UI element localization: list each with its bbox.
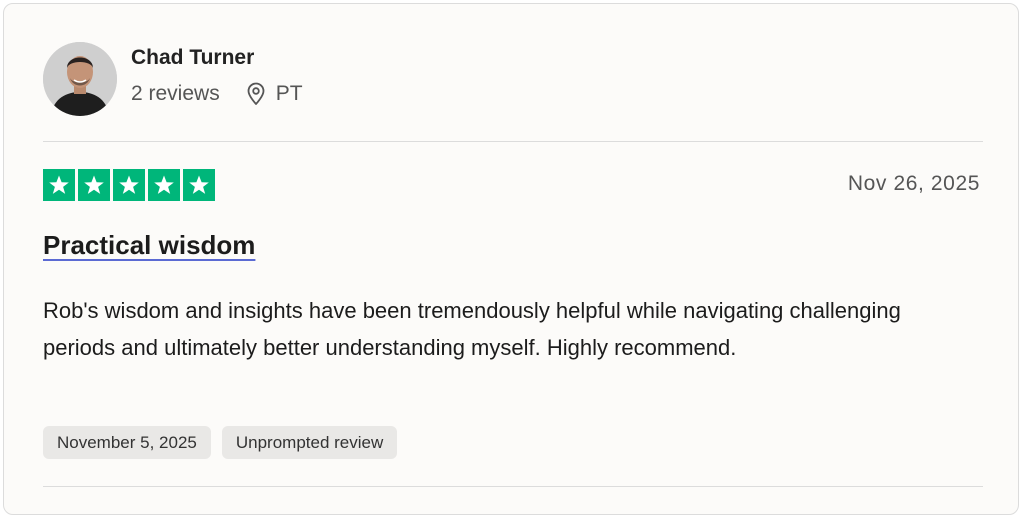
star-icon [183, 169, 215, 201]
reviewer-location: PT [246, 81, 303, 107]
reviews-count: 2 reviews [131, 82, 220, 105]
review-title[interactable]: Practical wisdom [43, 230, 255, 261]
reviewer-header: Chad Turner 2 reviews PT [43, 42, 303, 116]
star-icon [78, 169, 110, 201]
footer-divider [43, 486, 983, 487]
review-card: Chad Turner 2 reviews PT Nov 26, 2025 Pr… [3, 3, 1019, 515]
location-label: PT [275, 82, 303, 105]
star-rating [43, 169, 215, 201]
map-pin-icon [247, 82, 265, 105]
reviewer-avatar[interactable] [43, 42, 117, 116]
review-date: Nov 26, 2025 [847, 172, 980, 195]
star-icon [148, 169, 180, 201]
experience-date-badge: November 5, 2025 [43, 426, 211, 459]
review-tags: November 5, 2025 Unprompted review [43, 426, 408, 459]
reviewer-name[interactable]: Chad Turner [131, 45, 303, 71]
review-body: Rob's wisdom and insights have been trem… [43, 298, 901, 360]
reviewer-info: Chad Turner 2 reviews PT [131, 46, 303, 107]
star-icon [43, 169, 75, 201]
reviewer-meta: 2 reviews PT [131, 81, 303, 107]
star-icon [113, 169, 145, 201]
header-divider [43, 141, 983, 142]
unprompted-review-badge[interactable]: Unprompted review [221, 426, 398, 459]
